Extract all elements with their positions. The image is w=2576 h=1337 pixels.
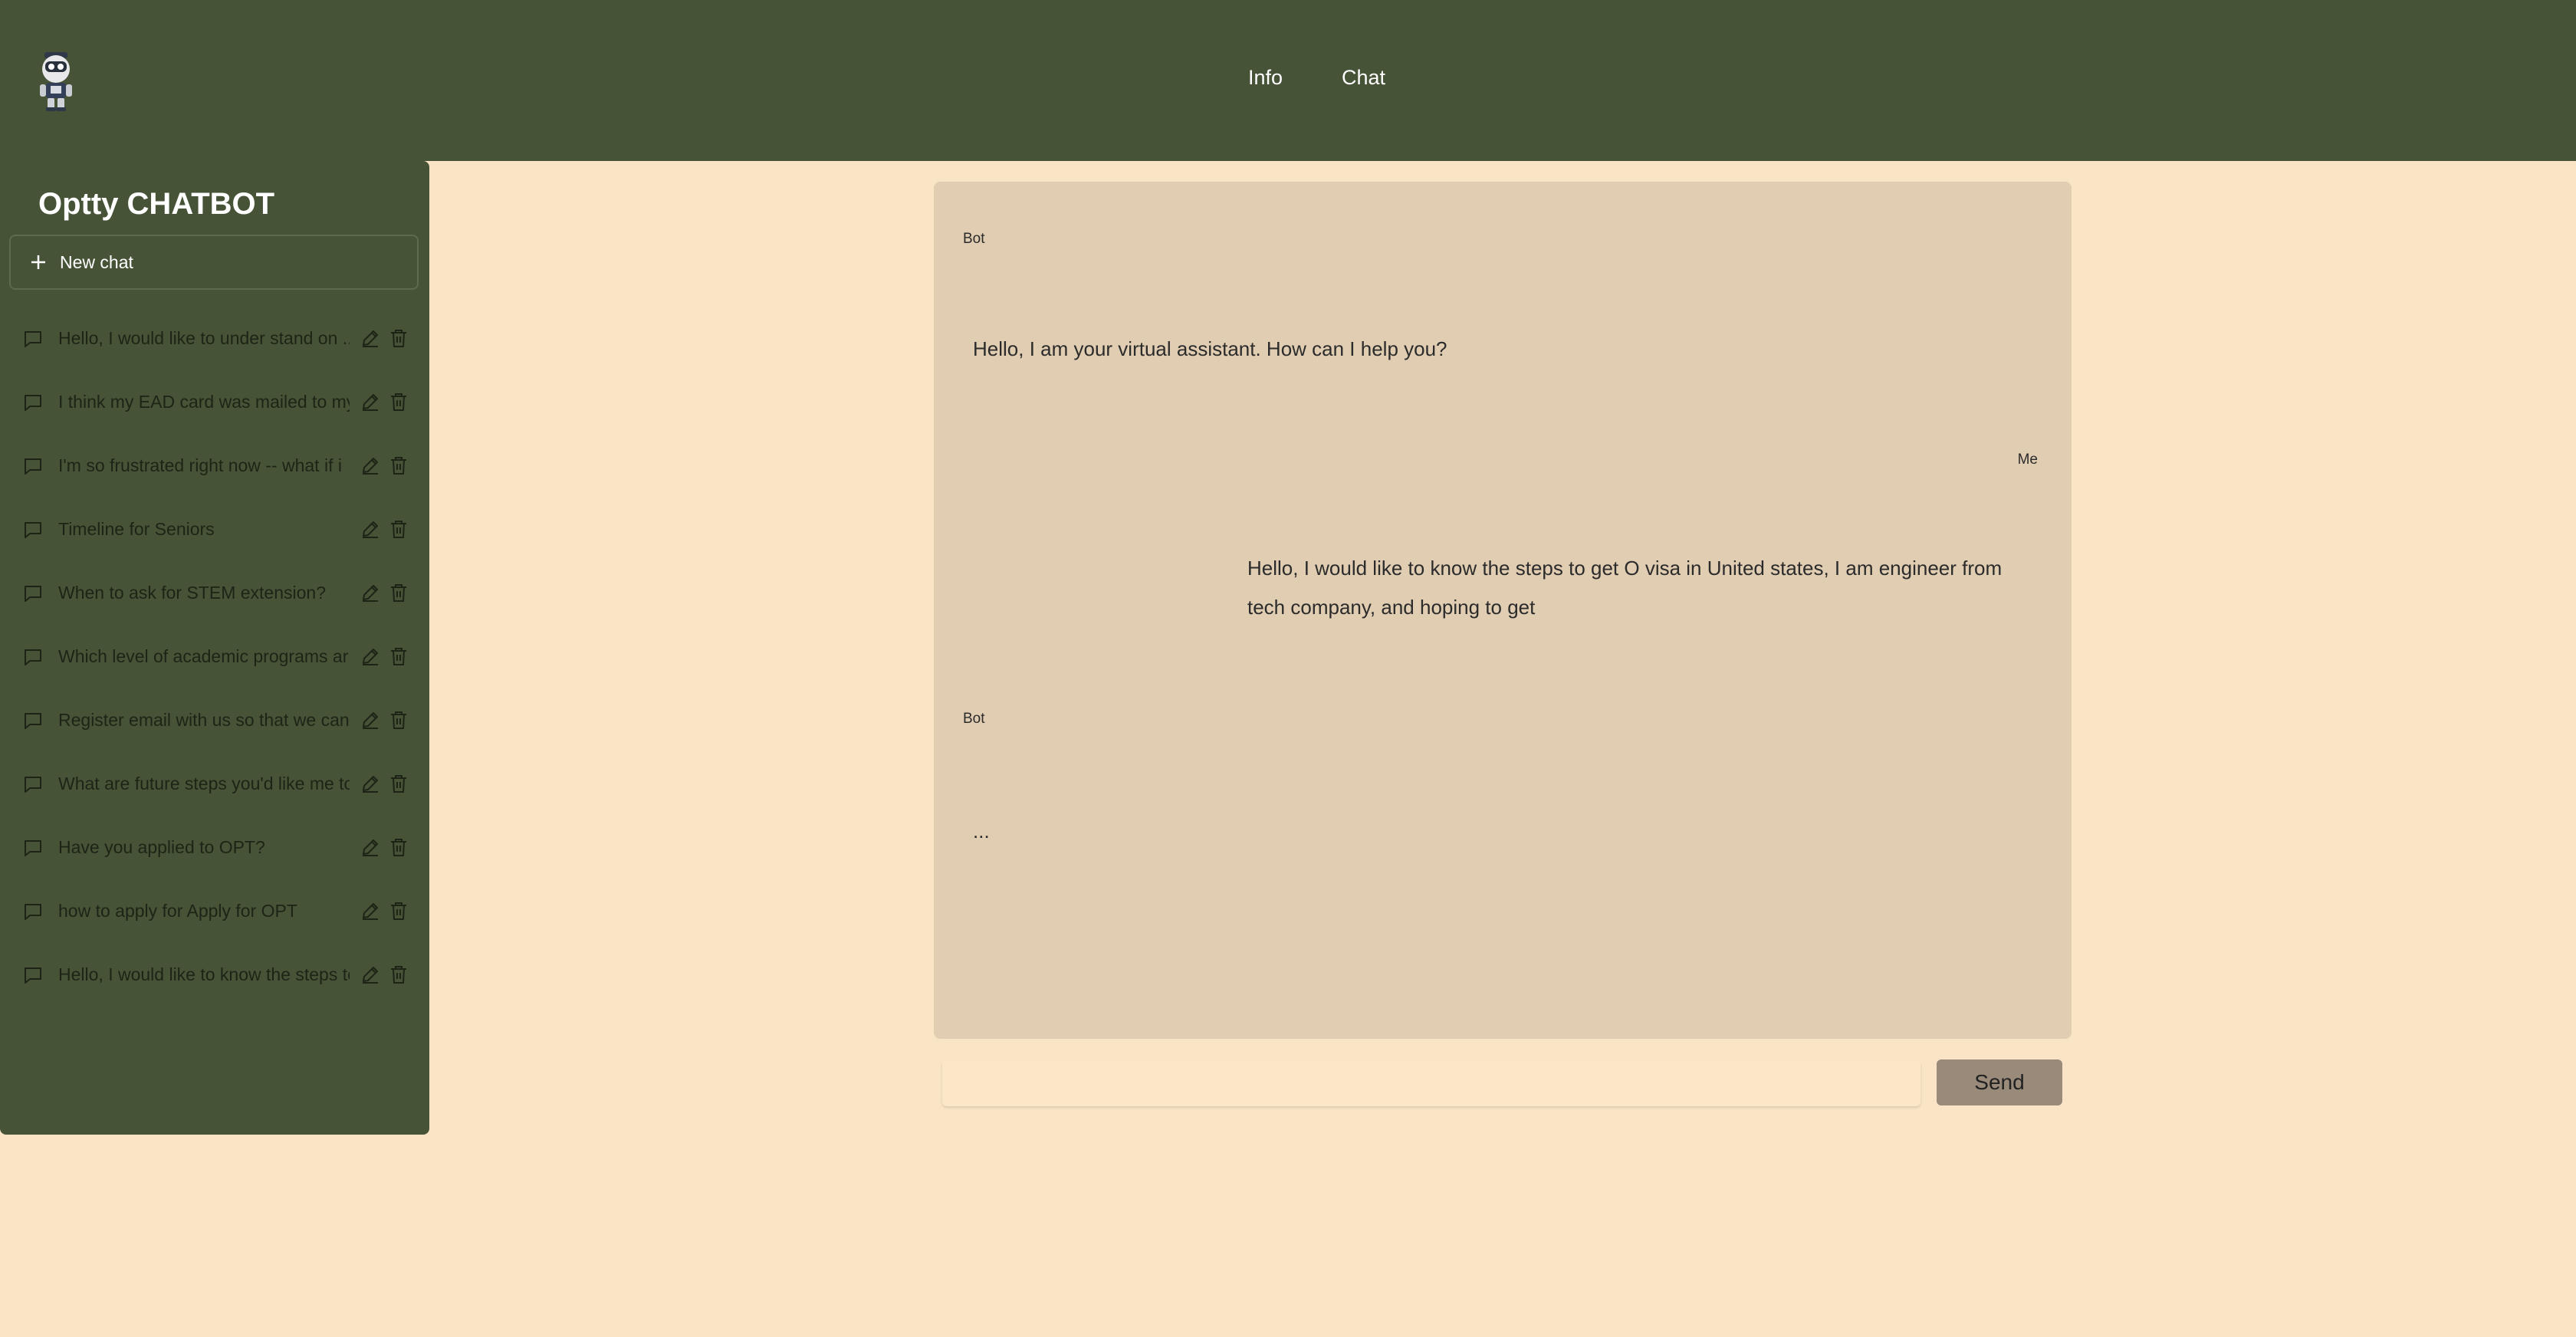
message-sender-label: Me [2017, 452, 2038, 468]
history-item-text: how to apply for Apply for OPT [58, 901, 297, 921]
chat-history-list: Hello, I would like to under stand on ..… [0, 307, 429, 1007]
history-item[interactable]: When to ask for STEM extension? [0, 561, 429, 625]
message-icon [25, 522, 41, 538]
history-item[interactable]: I'm so frustrated right now -- what if i [0, 434, 429, 498]
message-icon [25, 967, 41, 984]
message-sender-label: Bot [963, 711, 985, 727]
history-item-text: Hello, I would like to know the steps to [58, 964, 350, 984]
message-icon [25, 840, 41, 856]
history-item[interactable]: Register email with us so that we can [0, 688, 429, 752]
trash-icon[interactable] [389, 710, 408, 730]
history-item-text: Have you applied to OPT? [58, 837, 265, 857]
trash-icon[interactable] [389, 646, 408, 666]
edit-icon[interactable] [360, 646, 380, 666]
history-item-text: When to ask for STEM extension? [58, 583, 326, 603]
history-item-text: Which level of academic programs ar [58, 646, 349, 666]
bot-message: Hello, I am your virtual assistant. How … [973, 337, 1447, 360]
history-item-text: I think my EAD card was mailed to my [58, 392, 350, 412]
edit-icon[interactable] [360, 774, 380, 793]
message-icon [25, 458, 41, 475]
edit-icon[interactable] [360, 455, 380, 475]
edit-icon[interactable] [360, 964, 380, 984]
edit-icon[interactable] [360, 519, 380, 539]
sidebar-title: Optty CHATBOT [38, 187, 275, 221]
history-item[interactable]: Hello, I would like to under stand on ..… [0, 307, 429, 370]
message-icon [25, 713, 41, 729]
trash-icon[interactable] [389, 328, 408, 348]
edit-icon[interactable] [360, 710, 380, 730]
history-item[interactable]: Timeline for Seniors [0, 498, 429, 561]
history-item[interactable]: how to apply for Apply for OPT [0, 879, 429, 943]
nav-chat-link[interactable]: Chat [1342, 66, 1385, 90]
history-item[interactable]: Which level of academic programs ar [0, 625, 429, 688]
chat-panel[interactable]: Bot Hello, I am your virtual assistant. … [934, 182, 2072, 1039]
history-item-text: Register email with us so that we can [58, 710, 350, 730]
history-item[interactable]: Hello, I would like to know the steps to [0, 943, 429, 1007]
trash-icon[interactable] [389, 392, 408, 412]
trash-icon[interactable] [389, 583, 408, 603]
user-message: Hello, I would like to know the steps to… [1247, 557, 2003, 619]
message-icon [25, 395, 41, 411]
send-button[interactable]: Send [1937, 1059, 2062, 1105]
history-item-text: I'm so frustrated right now -- what if i [58, 455, 342, 475]
plus-icon [31, 255, 45, 269]
message-input[interactable] [942, 1060, 1921, 1106]
trash-icon[interactable] [389, 837, 408, 857]
history-item-text: Timeline for Seniors [58, 519, 215, 539]
trash-icon[interactable] [389, 964, 408, 984]
main-nav: Info Chat [0, 66, 2576, 97]
top-bar: Info Chat [0, 0, 2576, 161]
bot-typing-indicator: ... [973, 820, 990, 843]
nav-info-link[interactable]: Info [1248, 66, 1283, 90]
history-item[interactable]: Have you applied to OPT? [0, 816, 429, 879]
history-item[interactable]: I think my EAD card was mailed to my [0, 370, 429, 434]
edit-icon[interactable] [360, 392, 380, 412]
trash-icon[interactable] [389, 774, 408, 793]
trash-icon[interactable] [389, 455, 408, 475]
history-item-text: Hello, I would like to under stand on ..… [58, 328, 350, 348]
new-chat-button[interactable]: New chat [9, 235, 419, 290]
history-item-text: What are future steps you'd like me to [58, 774, 350, 793]
message-icon [25, 331, 41, 347]
new-chat-label: New chat [60, 252, 133, 272]
message-icon [25, 586, 41, 602]
message-icon [25, 904, 41, 920]
edit-icon[interactable] [360, 328, 380, 348]
message-icon [25, 777, 41, 793]
edit-icon[interactable] [360, 837, 380, 857]
message-icon [25, 649, 41, 665]
edit-icon[interactable] [360, 901, 380, 921]
sidebar: Optty CHATBOT New chat Hello, I would li… [0, 161, 429, 1135]
edit-icon[interactable] [360, 583, 380, 603]
trash-icon[interactable] [389, 901, 408, 921]
trash-icon[interactable] [389, 519, 408, 539]
history-item[interactable]: What are future steps you'd like me to [0, 752, 429, 816]
message-sender-label: Bot [963, 231, 985, 247]
